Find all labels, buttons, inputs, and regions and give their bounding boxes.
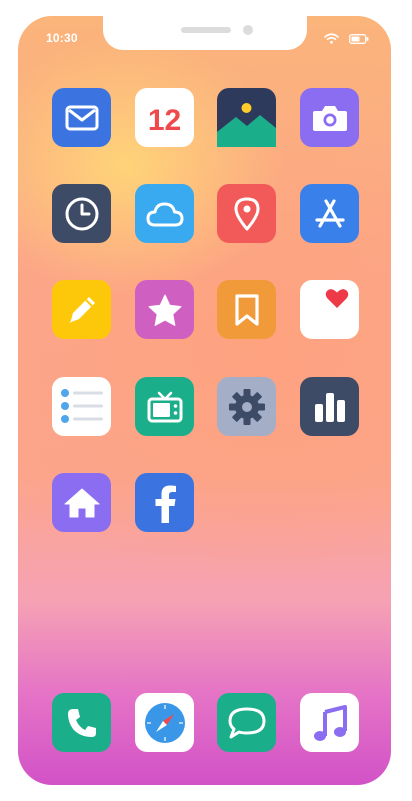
bar-chart-icon	[312, 390, 348, 424]
compass-icon	[143, 701, 187, 745]
app-weather[interactable]	[135, 184, 194, 243]
app-health[interactable]	[300, 280, 359, 339]
bookmark-icon	[234, 293, 260, 327]
app-notes[interactable]	[52, 280, 111, 339]
house-icon	[64, 487, 100, 519]
app-favorites[interactable]	[135, 280, 194, 339]
phone-screen: 10:30 12	[18, 16, 391, 785]
facebook-icon	[152, 483, 178, 523]
dock-music[interactable]	[300, 693, 359, 752]
clock-icon	[64, 196, 100, 232]
app-books[interactable]	[217, 280, 276, 339]
app-photos[interactable]	[217, 88, 276, 147]
app-stats[interactable]	[300, 377, 359, 436]
app-clock[interactable]	[52, 184, 111, 243]
app-maps[interactable]	[217, 184, 276, 243]
list-icon	[59, 388, 105, 426]
app-settings[interactable]	[217, 377, 276, 436]
camera-icon	[312, 104, 348, 132]
front-camera	[243, 25, 253, 35]
cloud-icon	[146, 201, 184, 227]
app-app-store[interactable]	[300, 184, 359, 243]
tv-icon	[147, 390, 183, 424]
location-pin-icon	[234, 197, 260, 231]
app-reminders[interactable]	[52, 377, 111, 436]
star-icon	[147, 293, 183, 327]
pencil-icon	[65, 293, 99, 327]
heart-icon	[325, 288, 349, 309]
envelope-icon	[65, 105, 99, 131]
dock-phone[interactable]	[52, 693, 111, 752]
speaker-grille	[181, 27, 231, 33]
dock-safari[interactable]	[135, 693, 194, 752]
app-mail[interactable]	[52, 88, 111, 147]
app-camera[interactable]	[300, 88, 359, 147]
gear-icon	[227, 387, 267, 427]
app-home[interactable]	[52, 473, 111, 532]
calendar-icon: 12	[147, 103, 182, 137]
app-calendar[interactable]: 12	[135, 88, 194, 147]
battery-icon	[349, 31, 369, 49]
status-icons	[324, 31, 369, 49]
app-store-icon	[312, 196, 348, 232]
wifi-icon	[324, 31, 339, 49]
app-tv[interactable]	[135, 377, 194, 436]
phone-icon	[65, 706, 99, 740]
status-time: 10:30	[46, 31, 78, 45]
app-facebook[interactable]	[135, 473, 194, 532]
dock-messages[interactable]	[217, 693, 276, 752]
music-note-icon	[313, 704, 347, 742]
notch	[103, 16, 307, 50]
image-icon	[217, 88, 276, 147]
chat-bubble-icon	[227, 706, 267, 740]
